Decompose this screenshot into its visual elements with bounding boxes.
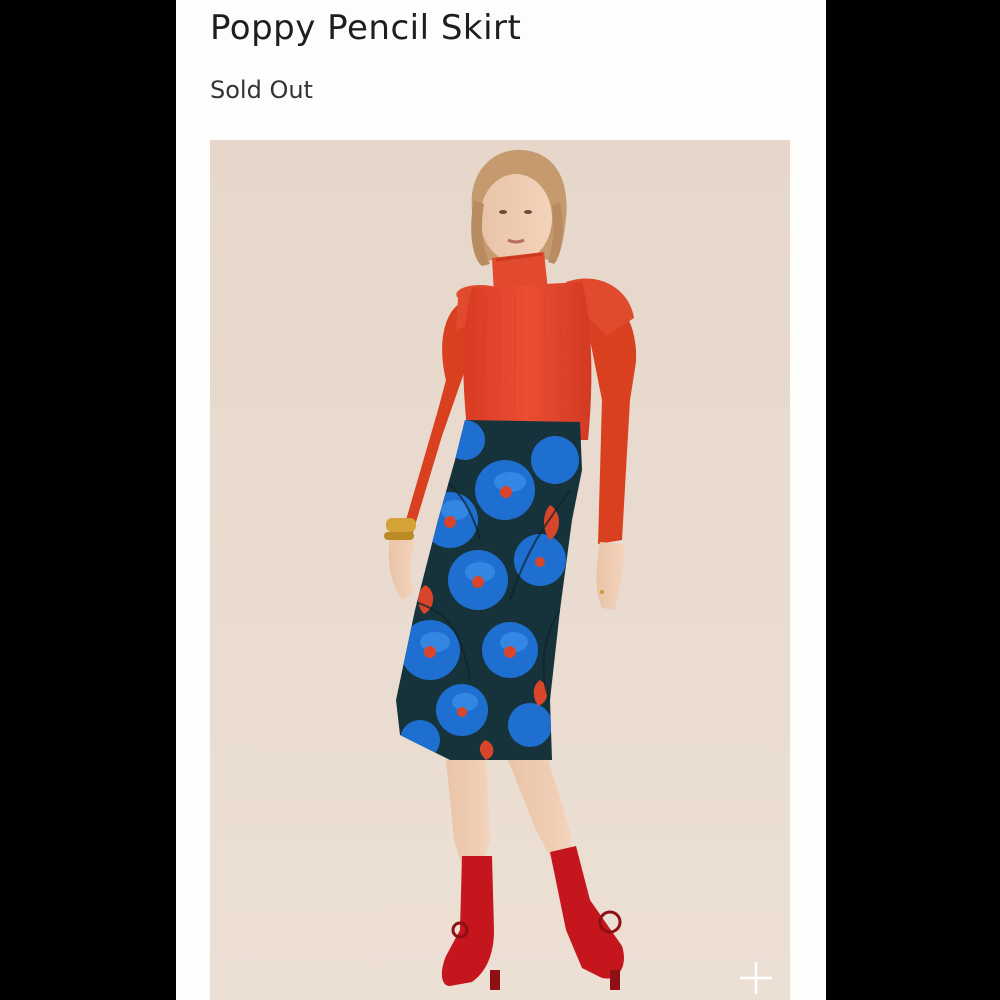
availability-status: Sold Out (210, 76, 313, 104)
product-image[interactable] (210, 140, 790, 1000)
product-card: Poppy Pencil Skirt Sold Out (176, 0, 826, 1000)
product-title: Poppy Pencil Skirt (210, 8, 522, 48)
plus-icon (740, 962, 772, 994)
zoom-button[interactable] (736, 958, 776, 998)
page-frame: Poppy Pencil Skirt Sold Out (0, 0, 1000, 1000)
